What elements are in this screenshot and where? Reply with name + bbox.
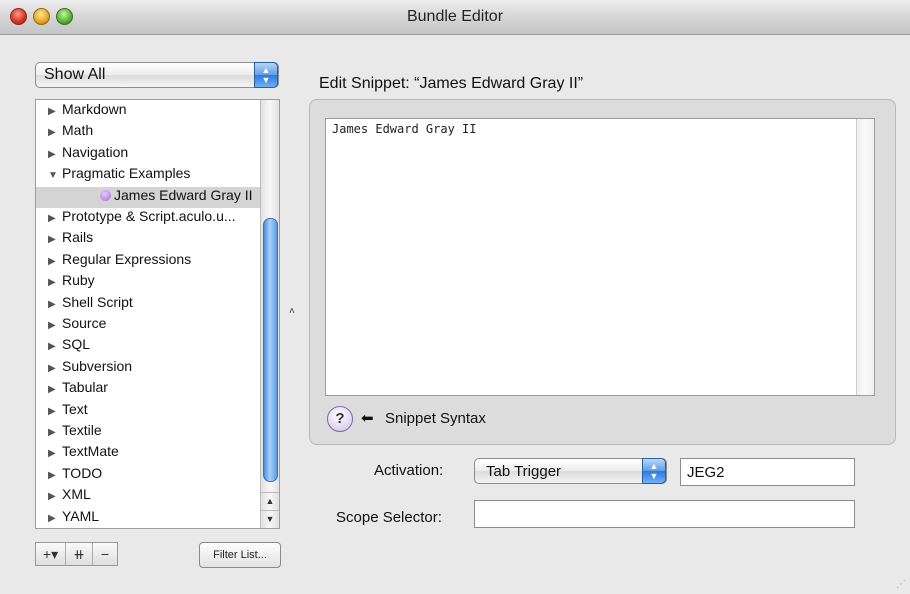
disclosure-expanded-icon[interactable]: ▼ (48, 170, 62, 181)
disclosure-collapsed-icon[interactable]: ▶ (48, 341, 62, 352)
disclosure-collapsed-icon[interactable]: ▶ (48, 149, 62, 160)
snippet-icon (100, 190, 111, 202)
bundle-list-item-label: Markdown (62, 101, 127, 117)
bundle-list-item[interactable]: ▶ Rails (36, 229, 261, 250)
disclosure-collapsed-icon[interactable]: ▶ (48, 213, 62, 224)
snippet-syntax-label: Snippet Syntax (385, 410, 486, 427)
disclosure-collapsed-icon[interactable]: ▶ (48, 127, 62, 138)
bundle-button-bar: +▾ ⧺ − (35, 542, 118, 566)
show-filter-label: Show All (44, 66, 106, 83)
disclosure-collapsed-icon[interactable]: ▶ (48, 384, 62, 395)
bundle-list-item-label: Text (62, 400, 88, 417)
bundle-list-item[interactable]: ▶ Text (36, 401, 261, 422)
bundle-list[interactable]: ▶ Markdown ▶ Math ▶ Navigation ▼ Pragmatic Exam… (35, 99, 280, 529)
bundle-list-item[interactable]: ▶ Prototype & Script.aculo.u... (36, 208, 261, 229)
bundle-list-item-label: XML (62, 486, 91, 503)
bundle-list-item-label: YAML (62, 507, 100, 524)
bundle-list-item[interactable]: ▶ XML (36, 486, 261, 507)
splitter-handle-icon[interactable]: ˄ (289, 306, 295, 317)
bundle-list-item[interactable]: ▶ Ruby (36, 272, 261, 293)
add-menu-button[interactable]: +▾ (36, 543, 66, 565)
disclosure-collapsed-icon[interactable]: ▶ (48, 406, 62, 417)
add-item-button[interactable]: ⧺ (66, 543, 93, 565)
bundle-list-item[interactable]: ▶ Navigation (36, 144, 261, 165)
bundle-list-item-label: Pragmatic Examples (62, 165, 191, 182)
popup-stepper-icon: ▲ ▼ (642, 458, 666, 484)
bundle-list-item-label: Source (62, 315, 107, 331)
left-arrow-icon: ⬅ (361, 410, 374, 427)
disclosure-collapsed-icon[interactable]: ▶ (48, 491, 62, 502)
disclosure-collapsed-icon[interactable]: ▶ (48, 320, 62, 331)
snippet-editor[interactable]: James Edward Gray II (325, 118, 875, 396)
remove-button[interactable]: − (93, 543, 117, 565)
scope-selector-label: Scope Selector: (336, 509, 442, 526)
bundle-list-item-label: Subversion (62, 357, 133, 374)
bundle-list-item-label: Shell Script (62, 293, 133, 310)
bundle-list-item[interactable]: ▶ Markdown (36, 101, 261, 122)
editor-scrollbar[interactable] (856, 119, 874, 395)
bundle-editor-window: Bundle Editor Show All ▲ ▼ ▶ Markdown ▶ Math… (0, 0, 910, 594)
bundle-list-item[interactable]: ▶ Math (36, 122, 261, 143)
bundle-list-item-label: James Edward Gray II (114, 186, 253, 203)
bundle-list-item[interactable]: ▶ Subversion (36, 358, 261, 379)
disclosure-collapsed-icon[interactable]: ▶ (48, 234, 62, 245)
bundle-list-item[interactable]: ▶ YAML (36, 507, 261, 528)
bundle-list-item-label: Navigation (62, 143, 129, 160)
help-icon[interactable]: ? (327, 406, 353, 432)
bundle-list-item-label: Regular Expressions (62, 250, 192, 267)
activation-popup[interactable]: Tab Trigger ▲ ▼ (474, 458, 667, 484)
tab-trigger-field[interactable]: JEG2 (680, 458, 855, 486)
disclosure-collapsed-icon[interactable]: ▶ (48, 277, 62, 288)
bundle-list-item[interactable]: ▶ SQL (36, 336, 261, 357)
resize-grip-icon[interactable]: ⋰ (896, 579, 906, 590)
bundle-list-item-label: Math (62, 122, 94, 139)
show-filter-popup[interactable]: Show All ▲ ▼ (35, 62, 279, 88)
edit-snippet-heading: Edit Snippet: “James Edward Gray II” (319, 75, 584, 92)
bundle-list-item[interactable]: James Edward Gray II (36, 186, 261, 208)
bundle-list-item-label: Ruby (62, 272, 95, 289)
scope-selector-field[interactable] (474, 500, 855, 528)
disclosure-collapsed-icon[interactable]: ▶ (48, 513, 62, 524)
bundle-list-item-label: Textile (62, 422, 102, 438)
bundle-list-item-label: TODO (62, 464, 103, 481)
bundle-list-item[interactable]: ▶ TextMate (36, 443, 261, 464)
scrollbar-thumb[interactable] (263, 218, 278, 482)
title-bar[interactable]: Bundle Editor (0, 0, 910, 35)
bundle-list-scrollbar[interactable]: ▲ ▼ (260, 100, 279, 528)
disclosure-collapsed-icon[interactable]: ▶ (48, 256, 62, 267)
disclosure-collapsed-icon[interactable]: ▶ (48, 448, 62, 459)
snippet-content[interactable]: James Edward Gray II (332, 122, 477, 136)
bundle-list-item-label: Tabular (62, 379, 108, 396)
bundle-list-item-label: SQL (62, 336, 91, 353)
bundle-list-item[interactable]: ▶ Textile (36, 422, 261, 443)
disclosure-collapsed-icon[interactable]: ▶ (48, 106, 62, 117)
popup-stepper-icon: ▲ ▼ (254, 62, 278, 88)
disclosure-collapsed-icon[interactable]: ▶ (48, 427, 62, 438)
bundle-list-item[interactable]: ▶ Tabular (36, 379, 261, 400)
filter-list-button[interactable]: Filter List... (199, 542, 281, 568)
bundle-list-item[interactable]: ▶ TODO (36, 465, 261, 486)
scroll-up-arrow-icon[interactable]: ▲ (261, 492, 279, 509)
disclosure-collapsed-icon[interactable]: ▶ (48, 299, 62, 310)
disclosure-collapsed-icon[interactable]: ▶ (48, 363, 62, 374)
activation-label: Activation: (374, 462, 444, 479)
bundle-list-item-label: Prototype & Script.aculo.u... (62, 208, 236, 224)
bundle-list-item[interactable]: ▶ Regular Expressions (36, 251, 261, 272)
bundle-list-item-label: TextMate (62, 443, 119, 460)
bundle-list-item[interactable]: ▶ Shell Script (36, 294, 261, 315)
disclosure-collapsed-icon[interactable]: ▶ (48, 470, 62, 481)
scroll-down-arrow-icon[interactable]: ▼ (261, 510, 279, 527)
bundle-list-item[interactable]: ▶ Source (36, 315, 261, 336)
activation-selected: Tab Trigger (486, 463, 562, 480)
bundle-list-item[interactable]: ▼ Pragmatic Examples (36, 165, 261, 186)
bundle-list-item-label: Rails (62, 229, 94, 246)
window-title: Bundle Editor (406, 8, 504, 25)
